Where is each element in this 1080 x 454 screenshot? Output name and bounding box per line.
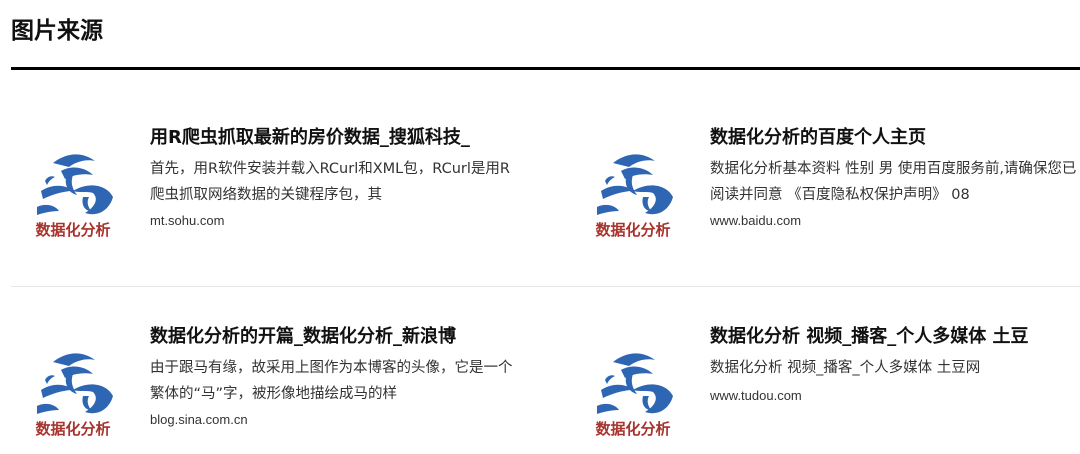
result-snippet: 数据化分析基本资料 性别 男 使用百度服务前,请确保您已阅读并同意 《百度隐私权… [710, 161, 1077, 203]
logo-caption: 数据化分析 [595, 221, 670, 239]
result-title[interactable]: 数据化分析的开篇_数据化分析_新浪博 [150, 324, 521, 350]
result-snippet: 首先，用R软件安装并载入RCurl和XML包，RCurl是用R爬虫抓取网络数据的… [150, 161, 510, 203]
result-thumbnail[interactable]: 数据化分析 [571, 340, 695, 440]
result-title[interactable]: 数据化分析的百度个人主页 [710, 125, 1080, 151]
result-url[interactable]: www.baidu.com [710, 211, 1080, 231]
logo-caption: 数据化分析 [35, 221, 110, 239]
logo-caption: 数据化分析 [595, 420, 670, 438]
result-url[interactable]: www.tudou.com [710, 386, 1080, 406]
result-card-sina[interactable]: 数据化分析 数据化分析的开篇_数据化分析_新浪博 由于跟马有缘，故采用上图作为本… [11, 324, 521, 454]
result-snippet: 数据化分析 视频_播客_个人多媒体 土豆网 [710, 360, 981, 376]
result-thumbnail[interactable]: 数据化分析 [571, 141, 695, 241]
horse-calligraphy-logo-icon: 数据化分析 [595, 353, 673, 438]
horse-calligraphy-logo-icon: 数据化分析 [595, 154, 673, 239]
result-thumbnail[interactable]: 数据化分析 [11, 340, 135, 440]
title-rule [11, 67, 1080, 70]
result-title[interactable]: 数据化分析 视频_播客_个人多媒体 土豆 [710, 324, 1080, 350]
result-card-sohu[interactable]: 数据化分析 用R爬虫抓取最新的房价数据_搜狐科技_ 首先，用R软件安装并载入RC… [11, 125, 521, 255]
result-thumbnail[interactable]: 数据化分析 [11, 141, 135, 241]
result-url[interactable]: mt.sohu.com [150, 211, 521, 231]
section-title: 图片来源 [11, 18, 103, 44]
result-card-baidu[interactable]: 数据化分析 数据化分析的百度个人主页 数据化分析基本资料 性别 男 使用百度服务… [571, 125, 1080, 255]
result-snippet: 由于跟马有缘，故采用上图作为本博客的头像，它是一个繁体的“马”字，被形像地描绘成… [150, 360, 513, 402]
result-url[interactable]: blog.sina.com.cn [150, 410, 521, 430]
logo-caption: 数据化分析 [35, 420, 110, 438]
horse-calligraphy-logo-icon: 数据化分析 [35, 154, 113, 239]
horse-calligraphy-logo-icon: 数据化分析 [35, 353, 113, 438]
row-divider [11, 286, 1080, 287]
result-card-tudou[interactable]: 数据化分析 数据化分析 视频_播客_个人多媒体 土豆 数据化分析 视频_播客_个… [571, 324, 1080, 454]
result-title[interactable]: 用R爬虫抓取最新的房价数据_搜狐科技_ [150, 125, 521, 151]
